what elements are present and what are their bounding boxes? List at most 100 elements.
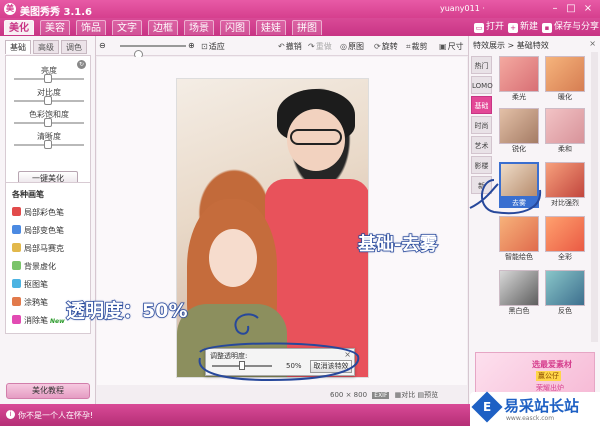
menu-tab-text[interactable]: 文字 — [112, 20, 142, 35]
panel-close-icon[interactable]: × — [589, 39, 596, 48]
effect-invert[interactable]: 反色 — [545, 270, 585, 316]
brush-recolor[interactable]: 局部变色笔 — [12, 225, 64, 236]
status-message[interactable]: 你不是一个人在怀孕! — [18, 410, 93, 421]
opacity-slider-handle[interactable] — [239, 361, 245, 370]
tutorial-button[interactable]: 美化教程 — [6, 383, 90, 399]
image-status: 600 × 800 EXIF ▦对比 ▤预览 — [330, 390, 438, 400]
compare-button[interactable]: ▦对比 — [395, 391, 416, 399]
effect-thumbnail — [499, 162, 539, 198]
watermark-url: www.easck.com — [506, 415, 555, 422]
effect-dehaze[interactable]: 去雾 — [499, 162, 539, 208]
category-studio[interactable]: 影楼 — [471, 156, 492, 174]
effect-thumbnail — [545, 56, 585, 92]
saturation-slider-handle[interactable] — [44, 118, 52, 127]
contrast-slider[interactable] — [14, 96, 84, 105]
minimize-button[interactable]: – — [548, 2, 562, 15]
rotate-button[interactable]: ⟳旋转 — [374, 41, 398, 52]
opacity-dialog: 调整透明度: × 50% 取消该特效 — [205, 348, 355, 376]
brightness-slider[interactable] — [14, 74, 84, 83]
category-basic[interactable]: 基础 — [471, 96, 492, 114]
effect-soft[interactable]: 柔和 — [545, 108, 585, 154]
crop-button[interactable]: ⌗裁剪 — [406, 41, 428, 52]
menu-tab-collage[interactable]: 拼图 — [292, 20, 322, 35]
effect-smart-color[interactable]: 智能绘色 — [499, 216, 539, 262]
exif-button[interactable]: EXIF — [372, 392, 390, 399]
category-art[interactable]: 艺术 — [471, 136, 492, 154]
right-panel: 特效展示 > 基础特效 × 热门 LOMO 基础 时尚 艺术 影楼 新 柔光 暖… — [468, 36, 600, 404]
opacity-slider[interactable] — [212, 361, 272, 370]
effect-soft-light[interactable]: 柔光 — [499, 56, 539, 102]
menu-tab-doll[interactable]: 娃娃 — [256, 20, 286, 35]
redo-icon: ↷ — [308, 42, 315, 51]
menu-tab-flash[interactable]: 闪图 — [220, 20, 250, 35]
menu-bar: 美化 美容 饰品 文字 边框 场景 闪图 娃娃 拼图 ▭ 打开 + 新建 ▪ 保存与分… — [0, 18, 600, 36]
site-watermark: E 易采站长站 www.easck.com — [470, 391, 600, 426]
effect-warm[interactable]: 暖化 — [545, 56, 585, 102]
fit-icon: ⊡ — [201, 42, 208, 51]
tab-basic[interactable]: 基础 — [5, 40, 31, 54]
brush-cutout[interactable]: 抠图笔 — [12, 279, 48, 290]
open-button[interactable]: ▭ 打开 — [474, 21, 504, 33]
toolbar: ⊖ ⊕ ⊡适应 ↶撤销 ↷重做 ◎原图 ⟳旋转 ⌗裁剪 ▣尺寸 — [96, 36, 468, 59]
photo-image[interactable] — [176, 78, 369, 378]
save-icon: ▪ — [542, 23, 552, 33]
menu-tab-frame[interactable]: 边框 — [148, 20, 178, 35]
category-lomo[interactable]: LOMO — [471, 76, 493, 94]
undo-button[interactable]: ↶撤销 — [278, 41, 302, 52]
mosaic-brush-icon — [12, 243, 21, 252]
opacity-value: 50% — [286, 362, 302, 370]
effect-full-color[interactable]: 全彩 — [545, 216, 585, 262]
new-button[interactable]: + 新建 — [508, 21, 538, 33]
brush-blur-bg[interactable]: 背景虚化 — [12, 261, 56, 272]
effect-high-contrast[interactable]: 对比强烈 — [545, 162, 585, 208]
zoom-slider[interactable] — [120, 45, 186, 59]
effect-black-white[interactable]: 黑白色 — [499, 270, 539, 316]
preview-button[interactable]: ▤预览 — [418, 391, 439, 399]
redo-button[interactable]: ↷重做 — [308, 41, 332, 52]
menu-tab-decoration[interactable]: 饰品 — [76, 20, 106, 35]
fit-button[interactable]: ⊡适应 — [201, 41, 225, 52]
effects-scrollbar[interactable] — [591, 52, 598, 342]
photo-glasses — [290, 129, 342, 145]
doodle-brush-icon — [12, 297, 21, 306]
original-button[interactable]: ◎原图 — [340, 41, 364, 52]
category-fashion[interactable]: 时尚 — [471, 116, 492, 134]
brush-doodle[interactable]: 涂鸦笔 — [12, 297, 48, 308]
blur-brush-icon — [12, 261, 21, 270]
tab-color[interactable]: 调色 — [61, 40, 87, 54]
size-button[interactable]: ▣尺寸 — [439, 41, 464, 52]
brightness-slider-handle[interactable] — [44, 74, 52, 83]
cutout-brush-icon — [12, 279, 21, 288]
effect-thumbnail — [545, 216, 585, 252]
title-bar: 美 美图秀秀 3.1.6 yuany011 · – □ × — [0, 0, 600, 18]
maximize-button[interactable]: □ — [564, 2, 578, 15]
brush-mosaic[interactable]: 局部马赛克 — [12, 243, 64, 254]
close-button[interactable]: × — [581, 2, 595, 15]
menu-tab-scene[interactable]: 场景 — [184, 20, 214, 35]
folder-icon: ▭ — [474, 23, 484, 33]
opacity-dialog-title: 调整透明度: — [210, 352, 248, 360]
brush-panel-title: 各种画笔 — [12, 190, 44, 199]
photo-face-girl — [209, 229, 257, 287]
menu-tab-face[interactable]: 美容 — [40, 20, 70, 35]
dialog-close-icon[interactable]: × — [344, 350, 351, 359]
contrast-slider-handle[interactable] — [44, 96, 52, 105]
undo-icon: ↶ — [278, 42, 285, 51]
save-share-button[interactable]: ▪ 保存与分享 — [542, 21, 599, 33]
category-hot[interactable]: 热门 — [471, 56, 492, 74]
category-new[interactable]: 新 — [471, 176, 492, 194]
sharpness-slider[interactable] — [14, 140, 84, 149]
brush-color-local[interactable]: 局部彩色笔 — [12, 207, 64, 218]
user-name[interactable]: yuany011 · — [440, 4, 485, 13]
sharpness-slider-handle[interactable] — [44, 140, 52, 149]
plus-icon: + — [508, 23, 518, 33]
brush-eraser[interactable]: 消除笔 New — [12, 315, 65, 326]
zoom-out-icon[interactable]: ⊖ — [99, 41, 106, 50]
menu-tab-beautify[interactable]: 美化 — [4, 20, 34, 35]
left-panel: 基础 高级 调色 ↻ 亮度 对比度 色彩饱和度 清晰度 一键美化 各种画笔 局部… — [0, 36, 96, 404]
saturation-slider[interactable] — [14, 118, 84, 127]
zoom-in-icon[interactable]: ⊕ — [188, 41, 195, 50]
cancel-effect-button[interactable]: 取消该特效 — [310, 360, 352, 373]
effect-sharpen[interactable]: 锐化 — [499, 108, 539, 154]
tab-advanced[interactable]: 高级 — [33, 40, 59, 54]
